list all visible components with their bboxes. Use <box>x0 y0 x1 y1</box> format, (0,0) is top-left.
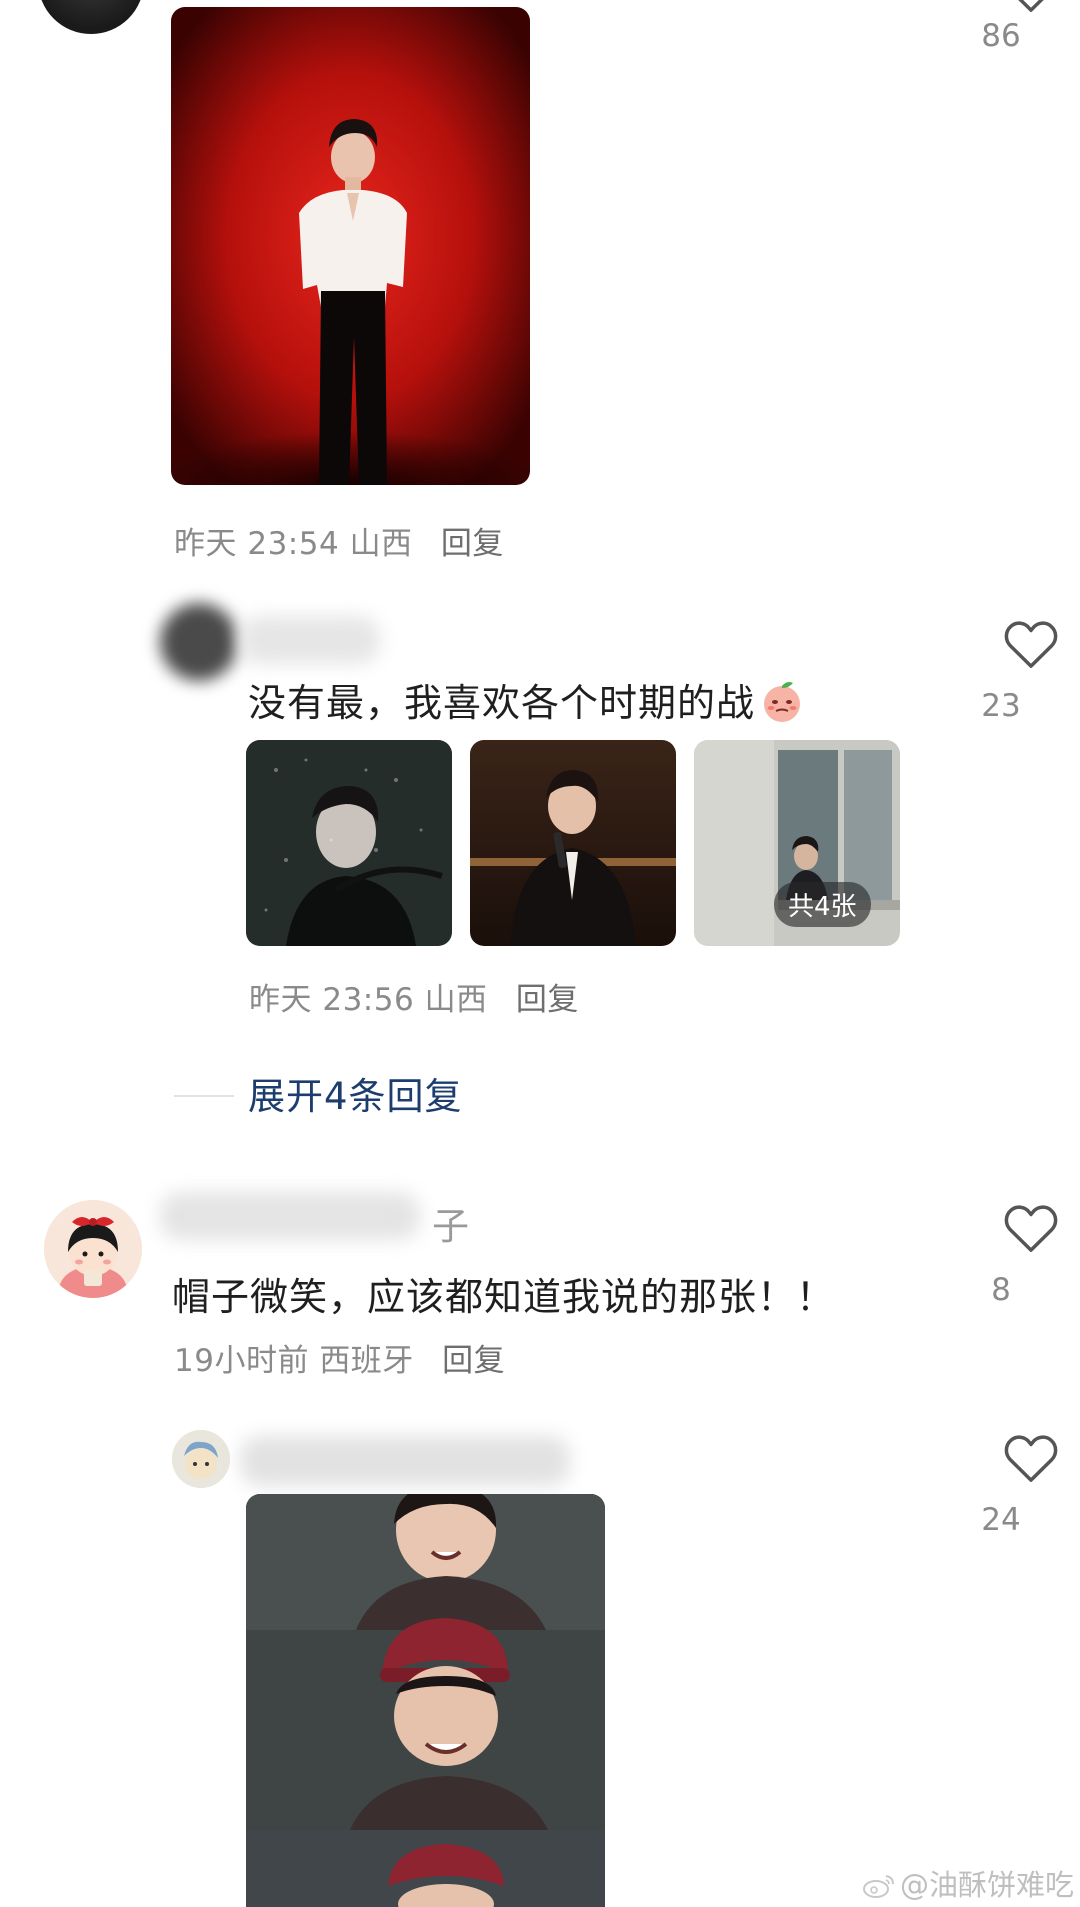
comment-image[interactable] <box>171 7 530 485</box>
comment-location: 山西 <box>424 982 488 1018</box>
comment-text: 没有最，我喜欢各个时期的战 <box>248 672 805 733</box>
heart-outline-icon[interactable] <box>1003 1202 1059 1254</box>
comment-time: 19小时前 <box>174 1343 309 1379</box>
comment-time: 昨天 23:54 <box>174 526 340 562</box>
comment-location: 西班牙 <box>319 1343 414 1379</box>
like-count: 8 <box>991 1272 1011 1308</box>
comment-meta: 昨天 23:56 山西 回复 <box>249 974 579 1019</box>
comment-image[interactable] <box>470 740 676 946</box>
image-count-badge: 共4张 <box>774 882 871 927</box>
heart-outline-icon[interactable] <box>1003 0 1059 14</box>
avatar[interactable] <box>172 1430 230 1488</box>
avatar[interactable] <box>44 1200 142 1298</box>
divider <box>174 1095 234 1097</box>
avatar[interactable] <box>160 603 238 681</box>
comment-text-content: 没有最，我喜欢各个时期的战 <box>248 681 756 725</box>
stacked-smile-photo <box>246 1494 605 1907</box>
portrait-photo <box>171 7 530 485</box>
comment-time: 昨天 23:56 <box>249 982 415 1018</box>
reply-button[interactable]: 回复 <box>441 526 504 562</box>
like-count: 24 <box>981 1502 1021 1538</box>
comment-feed: 86 昨天 23:54 山西 回复 23 没有最，我喜欢各个时期的战 共4张 昨… <box>0 0 1080 1907</box>
watermark-text: @油酥饼难吃 <box>900 1868 1075 1902</box>
watermark: @油酥饼难吃 <box>862 1862 1074 1904</box>
like-count: 23 <box>981 688 1021 724</box>
reply-button[interactable]: 回复 <box>516 982 579 1018</box>
thumbnail-car-window <box>246 740 452 946</box>
heart-outline-icon[interactable] <box>1003 618 1059 670</box>
username-fragment: 子 <box>432 1205 469 1248</box>
comment-image[interactable] <box>246 740 452 946</box>
reply-button[interactable]: 回复 <box>442 1343 505 1379</box>
weibo-logo-icon <box>863 1875 894 1898</box>
peach-emoji-icon <box>759 678 805 733</box>
thumbnail-singing <box>470 740 676 946</box>
comment-image[interactable] <box>246 1494 605 1907</box>
comment-location: 山西 <box>349 526 413 562</box>
heart-outline-icon[interactable] <box>1003 1432 1059 1484</box>
avatar[interactable] <box>38 0 144 34</box>
comment-meta: 19小时前 西班牙 回复 <box>174 1335 505 1380</box>
username[interactable] <box>160 1192 420 1240</box>
comment-meta: 昨天 23:54 山西 回复 <box>174 518 504 563</box>
cartoon-girl-avatar <box>44 1200 142 1298</box>
expand-replies-link[interactable]: 展开4条回复 <box>248 1066 463 1120</box>
comment-text: 帽子微笑，应该都知道我说的那张！！ <box>172 1275 836 1319</box>
cartoon-avatar <box>172 1430 230 1488</box>
username[interactable] <box>240 616 380 664</box>
username[interactable] <box>240 1436 570 1486</box>
like-count: 86 <box>981 18 1021 54</box>
